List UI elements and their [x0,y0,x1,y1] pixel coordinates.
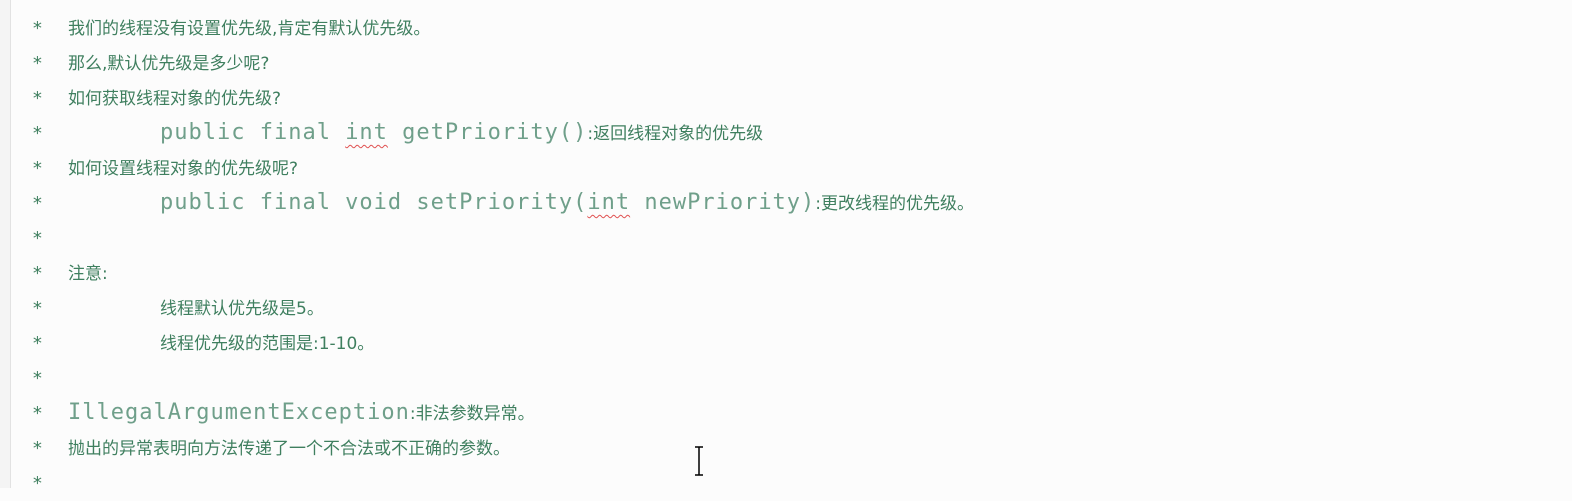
comment-text: 线程优先级的范围是:1-10。 [160,334,375,354]
comment-star: * [32,18,43,39]
comment-text: 如何获取线程对象的优先级? [68,89,282,109]
comment-star: * [32,403,43,424]
comment-line: * 那么,默认优先级是多少呢? [32,45,269,80]
comment-text: 抛出的异常表明向方法传递了一个不合法或不正确的参数。 [68,439,510,459]
comment-line: * 注意: [32,255,108,290]
comment-star: * [32,473,43,494]
comment-star: * [32,228,43,249]
code-text: public final [160,120,346,145]
comment-star: * [32,53,43,74]
comment-line: * 抛出的异常表明向方法传递了一个不合法或不正确的参数。 [32,430,510,465]
comment-text: 我们的线程没有设置优先级,肯定有默认优先级。 [68,19,431,39]
comment-text: 线程默认优先级是5。 [160,299,324,319]
comment-star: * [32,88,43,109]
comment-line: * 我们的线程没有设置优先级,肯定有默认优先级。 [32,10,430,45]
code-text: getPriority() [387,120,588,145]
text-cursor-icon [694,446,704,476]
comment-text: 注意: [68,264,108,284]
code-keyword-squiggle: int [345,120,388,145]
comment-line: * public final int getPriority():返回线程对象的优… [32,115,763,150]
code-keyword-squiggle: int [587,190,631,215]
comment-star: * [32,368,43,389]
comment-star: * [32,158,43,179]
comment-line: * IllegalArgumentException:非法参数异常。 [32,395,535,430]
comment-line: * [32,220,68,255]
comment-text: :更改线程的优先级。 [815,194,975,214]
comment-star: * [32,298,43,319]
comment-line: * 如何设置线程对象的优先级呢? [32,150,298,185]
code-text: newPriority) [630,190,816,215]
editor-gutter [0,0,11,488]
comment-line: * 线程默认优先级是5。 [32,290,324,325]
comment-text: :非法参数异常。 [409,404,535,424]
comment-text: :返回线程对象的优先级 [587,124,764,144]
comment-star: * [32,333,43,354]
comment-line: * [32,360,68,395]
comment-star: * [32,438,43,459]
code-text: IllegalArgumentException [68,400,410,425]
comment-text: 那么,默认优先级是多少呢? [68,54,270,74]
code-text: public final void setPriority( [160,190,588,215]
comment-text: 如何设置线程对象的优先级呢? [68,159,299,179]
comment-line: * [32,465,68,500]
comment-line: * public final void setPriority(int newPr… [32,185,974,220]
comment-line: * 如何获取线程对象的优先级? [32,80,281,115]
comment-star: * [32,123,43,144]
comment-star: * [32,193,43,214]
comment-star: * [32,263,43,284]
comment-line: * 线程优先级的范围是:1-10。 [32,325,374,360]
